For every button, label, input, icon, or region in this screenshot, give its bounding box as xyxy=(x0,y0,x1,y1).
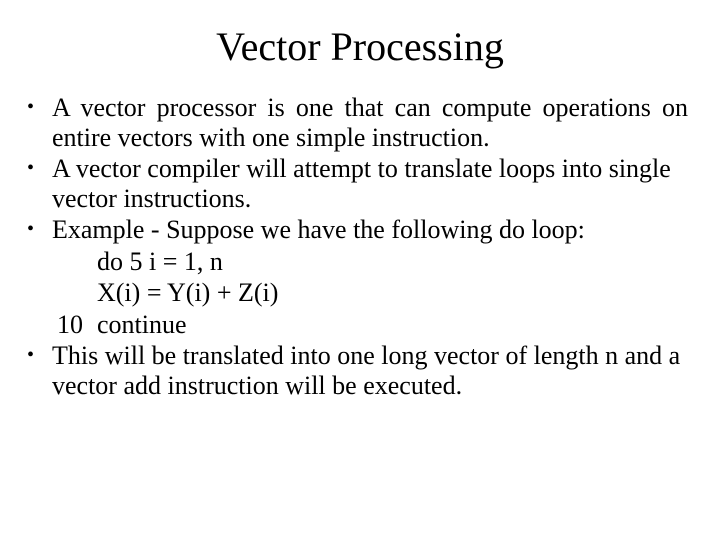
bullet-dot-icon: • xyxy=(27,344,35,366)
bullet-item: • A vector processor is one that can com… xyxy=(0,93,720,152)
slide-body: • A vector processor is one that can com… xyxy=(0,93,720,402)
slide-title: Vector Processing xyxy=(216,24,504,69)
code-line-do: do 5 i = 1, n xyxy=(97,246,223,276)
bullet-dot-icon: • xyxy=(27,96,35,118)
code-label: 10 xyxy=(57,309,83,339)
bullet-dot-icon: • xyxy=(27,157,35,179)
bullet-dot-icon: • xyxy=(27,218,35,240)
code-line-continue: 10 continue xyxy=(0,310,720,340)
bullet-text: A vector compiler will attempt to transl… xyxy=(52,154,671,213)
bullet-item: • This will be translated into one long … xyxy=(0,341,720,400)
code-line-assignment: X(i) = Y(i) + Z(i) xyxy=(97,278,279,307)
code-continue-text: continue xyxy=(97,309,187,339)
bullet-text: Example - Suppose we have the following … xyxy=(52,215,585,244)
bullet-item: • Example - Suppose we have the followin… xyxy=(0,215,720,245)
bullet-text: This will be translated into one long ve… xyxy=(52,341,681,400)
bullet-item: • A vector compiler will attempt to tran… xyxy=(0,154,720,213)
bullet-text: A vector processor is one that can compu… xyxy=(52,93,688,152)
